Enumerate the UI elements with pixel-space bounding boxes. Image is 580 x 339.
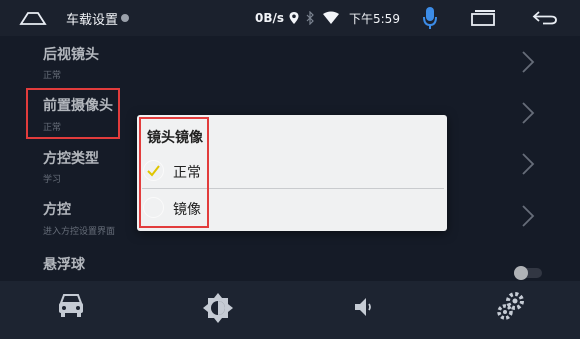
- settings-gears-icon[interactable]: [495, 290, 527, 326]
- wifi-icon: [322, 0, 340, 36]
- home-icon[interactable]: [19, 0, 47, 36]
- bottom-tab-bar: [0, 281, 580, 339]
- brightness-icon[interactable]: [202, 292, 234, 328]
- car-icon[interactable]: [56, 292, 86, 324]
- recording-dot-icon: [121, 14, 130, 22]
- status-bar: 车载设置 0B/s 下午5:59: [0, 0, 580, 36]
- highlight-box-front-camera: [26, 88, 120, 139]
- app-title: 车载设置: [66, 12, 119, 28]
- clock: 下午5:59: [349, 11, 400, 26]
- location-icon: [288, 0, 300, 36]
- volume-icon[interactable]: [352, 295, 376, 323]
- bluetooth-icon: [305, 0, 315, 36]
- back-icon[interactable]: [531, 0, 559, 36]
- highlight-box-options: [139, 117, 209, 228]
- microphone-icon[interactable]: [422, 0, 438, 36]
- recent-apps-icon[interactable]: [470, 0, 498, 36]
- network-speed: 0B/s: [255, 11, 285, 25]
